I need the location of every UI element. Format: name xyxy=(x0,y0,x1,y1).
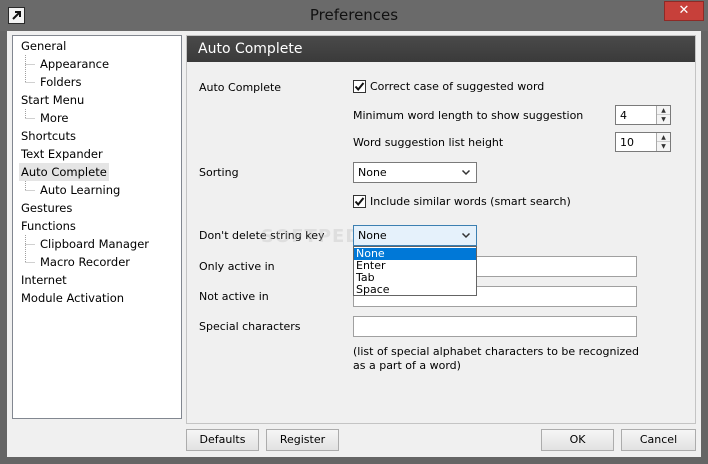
title-bar[interactable]: Preferences ✕ xyxy=(0,0,708,31)
preferences-window: Preferences ✕ General Appearance Folders… xyxy=(0,0,708,464)
dont-delete-select[interactable]: None xyxy=(353,225,477,246)
tree-item-auto-learning[interactable]: Auto Learning xyxy=(38,181,122,199)
tree-item-clipboard-manager[interactable]: Clipboard Manager xyxy=(38,235,151,253)
list-height-value[interactable]: 10 xyxy=(620,136,634,149)
category-tree[interactable]: General Appearance Folders Start Menu Mo… xyxy=(12,35,182,419)
tree-item-shortcuts[interactable]: Shortcuts xyxy=(19,127,78,145)
tree-item-functions[interactable]: Functions xyxy=(19,217,78,235)
check-icon xyxy=(354,197,365,207)
min-length-spinner[interactable]: 4 ▲ ▼ xyxy=(615,105,671,125)
dont-delete-value: None xyxy=(358,229,387,242)
tree-item-auto-complete[interactable]: Auto Complete xyxy=(19,163,109,181)
special-chars-note-line2: as a part of a word) xyxy=(353,359,461,372)
panel-header: Auto Complete xyxy=(187,36,695,62)
special-chars-label: Special characters xyxy=(199,320,301,333)
tree-item-gestures[interactable]: Gestures xyxy=(19,199,74,217)
sorting-label: Sorting xyxy=(199,166,239,179)
special-chars-input[interactable] xyxy=(353,316,637,337)
tree-item-internet[interactable]: Internet xyxy=(19,271,69,289)
min-length-spin-buttons: ▲ ▼ xyxy=(656,106,670,124)
chevron-down-icon xyxy=(461,169,471,176)
register-button[interactable]: Register xyxy=(266,429,339,451)
ok-button[interactable]: OK xyxy=(541,429,614,451)
close-button[interactable]: ✕ xyxy=(664,1,704,21)
triangle-up-icon[interactable]: ▲ xyxy=(657,106,670,115)
tree-item-macro-recorder[interactable]: Macro Recorder xyxy=(38,253,132,271)
tree-item-more[interactable]: More xyxy=(38,109,71,127)
similar-words-option[interactable]: Include similar words (smart search) xyxy=(353,195,571,208)
not-active-label: Not active in xyxy=(199,290,269,303)
correct-case-label: Correct case of suggested word xyxy=(370,80,545,93)
check-icon xyxy=(354,82,365,92)
only-active-label: Only active in xyxy=(199,260,275,273)
correct-case-option[interactable]: Correct case of suggested word xyxy=(353,80,544,93)
triangle-up-icon[interactable]: ▲ xyxy=(657,133,670,142)
min-length-value[interactable]: 4 xyxy=(620,109,627,122)
list-height-label: Word suggestion list height xyxy=(353,136,504,149)
settings-panel: Auto Complete Auto Complete Correct case… xyxy=(186,35,696,424)
tree-item-start-menu[interactable]: Start Menu xyxy=(19,91,86,109)
sorting-value: None xyxy=(358,166,387,179)
sorting-select[interactable]: None xyxy=(353,162,477,183)
chevron-down-icon xyxy=(461,232,471,239)
dropdown-option-space[interactable]: Space xyxy=(354,284,476,296)
tree-item-appearance[interactable]: Appearance xyxy=(38,55,111,73)
special-chars-note: (list of special alphabet characters to … xyxy=(353,345,639,373)
similar-words-checkbox[interactable] xyxy=(353,195,366,208)
list-height-spinner[interactable]: 10 ▲ ▼ xyxy=(615,132,671,152)
tree-item-module-activation[interactable]: Module Activation xyxy=(19,289,126,307)
close-icon: ✕ xyxy=(678,3,690,18)
min-length-label: Minimum word length to show suggestion xyxy=(353,109,584,122)
triangle-down-icon[interactable]: ▼ xyxy=(657,142,670,151)
dialog-client-area: General Appearance Folders Start Menu Mo… xyxy=(7,31,701,457)
triangle-down-icon[interactable]: ▼ xyxy=(657,115,670,124)
tree-item-general[interactable]: General xyxy=(19,37,68,55)
cancel-button[interactable]: Cancel xyxy=(621,429,696,451)
auto-complete-label: Auto Complete xyxy=(199,81,282,94)
special-chars-note-line1: (list of special alphabet characters to … xyxy=(353,345,640,358)
tree-item-folders[interactable]: Folders xyxy=(38,73,84,91)
similar-words-label: Include similar words (smart search) xyxy=(370,195,571,208)
correct-case-checkbox[interactable] xyxy=(353,80,366,93)
dont-delete-dropdown-list[interactable]: None Enter Tab Space xyxy=(353,246,477,296)
defaults-button[interactable]: Defaults xyxy=(186,429,259,451)
list-height-spin-buttons: ▲ ▼ xyxy=(656,133,670,151)
tree-item-text-expander[interactable]: Text Expander xyxy=(19,145,105,163)
window-title: Preferences xyxy=(309,6,399,24)
